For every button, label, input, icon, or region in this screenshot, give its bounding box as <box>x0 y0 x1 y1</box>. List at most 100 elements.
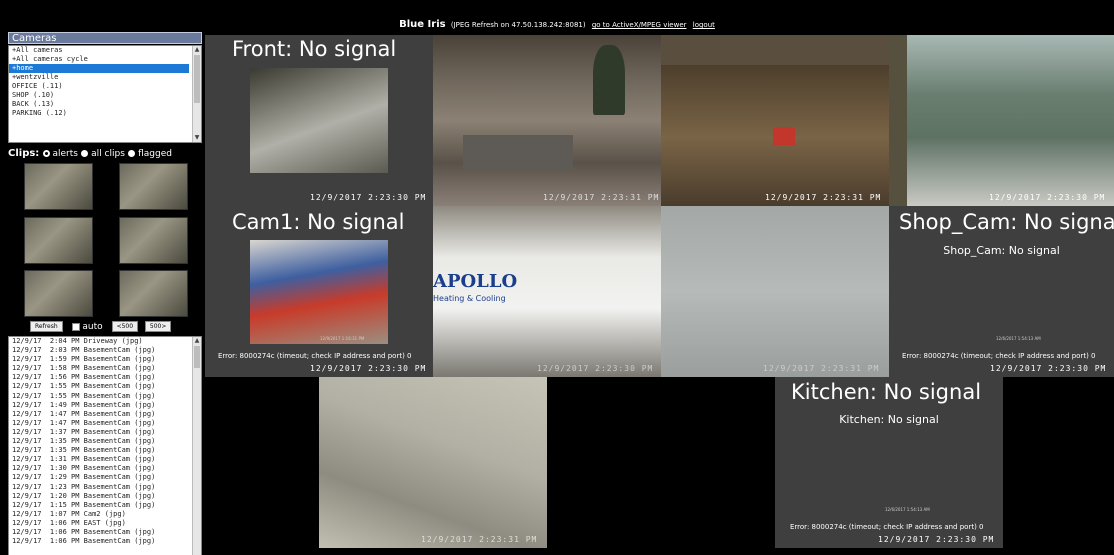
feed-timestamp: 12/9/2017 2:23:31 PM <box>421 535 538 544</box>
alerts-radio[interactable] <box>42 149 50 157</box>
clip-log-row[interactable]: 12/9/17 2:03 PM BasementCam (jpg) <box>9 346 201 355</box>
camera-feed-cam1[interactable]: Cam1: No signal 12/9/2017 1:16:31 PM Err… <box>205 206 433 377</box>
left-panel: Cameras +All cameras +All cameras cycle … <box>8 32 202 555</box>
clip-thumbnail[interactable] <box>119 217 188 264</box>
snapshot-timestamp: 12/6/2017 1:54:13 AM <box>996 336 1041 341</box>
clip-thumbnail[interactable] <box>119 163 188 210</box>
camera-feed-pool[interactable]: 12/9/2017 2:23:30 PM <box>889 35 1114 206</box>
post-shape <box>889 35 907 206</box>
clip-thumbnails <box>8 159 202 319</box>
feed-timestamp: 12/9/2017 2:23:30 PM <box>537 364 654 373</box>
camera-feed-kitchen[interactable]: Kitchen: No signal Kitchen: No signal 12… <box>775 377 1003 548</box>
alerts-label: alerts <box>52 149 78 159</box>
scroll-down-icon[interactable]: ▼ <box>193 134 201 142</box>
scroll-up-icon[interactable]: ▲ <box>193 46 201 54</box>
clip-log-row[interactable]: 12/9/17 1:30 PM BasementCam (jpg) <box>9 464 201 473</box>
clip-log-row[interactable]: 12/9/17 1:47 PM BasementCam (jpg) <box>9 419 201 428</box>
feed-title: Cam1: No signal <box>232 210 405 234</box>
clip-log-row[interactable]: 12/9/17 1:06 PM EAST (jpg) <box>9 519 201 528</box>
flagged-label: flagged <box>138 149 172 159</box>
clip-log-row[interactable]: 12/9/17 1:59 PM BasementCam (jpg) <box>9 355 201 364</box>
feed-timestamp: 12/9/2017 2:23:31 PM <box>765 193 882 202</box>
feed-timestamp: 12/9/2017 2:23:30 PM <box>310 193 427 202</box>
ceiling-shape <box>661 35 889 65</box>
clip-log-row[interactable]: 12/9/17 1:37 PM BasementCam (jpg) <box>9 428 201 437</box>
tv-shape <box>773 127 795 145</box>
tree-shape <box>593 45 625 115</box>
camera-list-scrollbar[interactable]: ▲ ▼ <box>192 46 201 142</box>
clip-log-row[interactable]: 12/9/17 1:23 PM BasementCam (jpg) <box>9 483 201 492</box>
clip-log-row[interactable]: 12/9/17 1:49 PM BasementCam (jpg) <box>9 401 201 410</box>
camera-feed-yard[interactable]: 12/9/2017 2:23:31 PM <box>661 206 889 377</box>
clip-log-row[interactable]: 12/9/17 1:58 PM BasementCam (jpg) <box>9 364 201 373</box>
camera-feed-living-room[interactable]: 12/9/2017 2:23:31 PM <box>433 35 661 206</box>
all-clips-radio[interactable] <box>81 149 89 157</box>
van-brand-sub: Heating & Cooling <box>433 294 506 303</box>
prev-500-button[interactable]: <500 <box>111 321 139 332</box>
clips-title: Clips: <box>8 148 40 159</box>
clip-thumbnail[interactable] <box>24 217 93 264</box>
camera-item[interactable]: PARKING (.12) <box>9 109 189 118</box>
clip-thumbnail[interactable] <box>119 270 188 317</box>
van-brand: APOLLO <box>433 271 518 292</box>
clip-controls: Refresh auto <500 500> <box>8 321 202 335</box>
clip-thumbnail[interactable] <box>24 163 93 210</box>
camera-item[interactable]: BACK (.13) <box>9 100 189 109</box>
clip-log-row[interactable]: 12/9/17 1:15 PM BasementCam (jpg) <box>9 501 201 510</box>
camera-feed-basement[interactable]: 12/9/2017 2:23:31 PM <box>319 377 547 548</box>
snapshot-timestamp: 12/6/2017 1:54:13 AM <box>885 507 930 512</box>
activex-viewer-link[interactable]: go to ActiveX/MPEG viewer <box>592 21 687 29</box>
cameras-header: Cameras <box>8 32 202 44</box>
feed-error: Error: 8000274c (timeout; check IP addre… <box>218 352 412 360</box>
camera-item[interactable]: OFFICE (.11) <box>9 82 189 91</box>
table-shape <box>463 135 573 170</box>
front-snapshot <box>250 68 388 173</box>
clip-log-row[interactable]: 12/9/17 1:06 PM BasementCam (jpg) <box>9 528 201 537</box>
clip-log-row[interactable]: 12/9/17 1:35 PM BasementCam (jpg) <box>9 437 201 446</box>
scroll-thumb[interactable] <box>194 55 200 103</box>
camera-item[interactable]: +All cameras <box>9 46 189 55</box>
camera-item[interactable]: SHOP (.10) <box>9 91 189 100</box>
feed-timestamp: 12/9/2017 2:23:31 PM <box>543 193 660 202</box>
clip-log-row[interactable]: 12/9/17 1:56 PM BasementCam (jpg) <box>9 373 201 382</box>
camera-feed-driveway[interactable]: APOLLO Heating & Cooling 12/9/2017 2:23:… <box>433 206 661 377</box>
camera-item-selected[interactable]: +home <box>9 64 189 73</box>
next-500-button[interactable]: 500> <box>144 321 172 332</box>
feed-title: Kitchen: No signal <box>791 380 982 404</box>
scroll-thumb[interactable] <box>194 346 200 368</box>
clip-log-row[interactable]: 12/9/17 1:06 PM BasementCam (jpg) <box>9 537 201 546</box>
camera-feed-front[interactable]: Front: No signal 12/9/2017 2:23:30 PM <box>205 35 433 206</box>
clip-log-row[interactable]: 12/9/17 2:04 PM Driveway (jpg) <box>9 337 201 346</box>
auto-checkbox[interactable] <box>71 322 80 331</box>
clip-log-list[interactable]: 12/9/17 2:04 PM Driveway (jpg) 12/9/17 2:… <box>8 336 202 555</box>
camera-feed-shop[interactable]: Shop_Cam: No signal Shop_Cam: No signal … <box>889 206 1114 377</box>
clip-log-row[interactable]: 12/9/17 1:31 PM BasementCam (jpg) <box>9 455 201 464</box>
scroll-up-icon[interactable]: ▲ <box>193 337 201 345</box>
feed-timestamp: 12/9/2017 2:23:31 PM <box>763 364 880 373</box>
refresh-button[interactable]: Refresh <box>30 321 63 332</box>
camera-item[interactable]: +All cameras cycle <box>9 55 189 64</box>
clip-log-row[interactable]: 12/9/17 1:55 PM BasementCam (jpg) <box>9 392 201 401</box>
clip-log-row[interactable]: 12/9/17 1:55 PM BasementCam (jpg) <box>9 382 201 391</box>
camera-item[interactable]: +wentzville <box>9 73 189 82</box>
feed-error: Error: 8000274c (timeout; check IP addre… <box>790 523 984 531</box>
clip-log-row[interactable]: 12/9/17 1:47 PM BasementCam (jpg) <box>9 410 201 419</box>
clip-log-row[interactable]: 12/9/17 1:07 PM Cam2 (jpg) <box>9 510 201 519</box>
clip-log-row[interactable]: 12/9/17 1:35 PM BasementCam (jpg) <box>9 446 201 455</box>
feed-subtitle: Kitchen: No signal <box>839 413 939 426</box>
clip-thumbnail[interactable] <box>24 270 93 317</box>
clip-log-row[interactable]: 12/9/17 1:20 PM BasementCam (jpg) <box>9 492 201 501</box>
camera-list[interactable]: +All cameras +All cameras cycle +home +w… <box>8 45 202 143</box>
feed-timestamp: 12/9/2017 2:23:30 PM <box>989 193 1106 202</box>
cam1-snapshot: 12/9/2017 1:16:31 PM <box>250 240 388 344</box>
camera-feed-den[interactable]: 12/9/2017 2:23:31 PM <box>661 35 889 206</box>
all-clips-label: all clips <box>91 149 125 159</box>
clip-log-scrollbar[interactable]: ▲ ▼ <box>192 337 201 555</box>
flagged-radio[interactable] <box>128 149 136 157</box>
feed-timestamp: 12/9/2017 2:23:30 PM <box>990 364 1107 373</box>
feed-subtitle: Shop_Cam: No signal <box>943 244 1060 257</box>
clip-log-row[interactable]: 12/9/17 1:29 PM BasementCam (jpg) <box>9 473 201 482</box>
feed-title: Front: No signal <box>232 37 397 61</box>
feed-timestamp: 12/9/2017 2:23:30 PM <box>878 535 995 544</box>
logout-link[interactable]: logout <box>693 21 715 29</box>
